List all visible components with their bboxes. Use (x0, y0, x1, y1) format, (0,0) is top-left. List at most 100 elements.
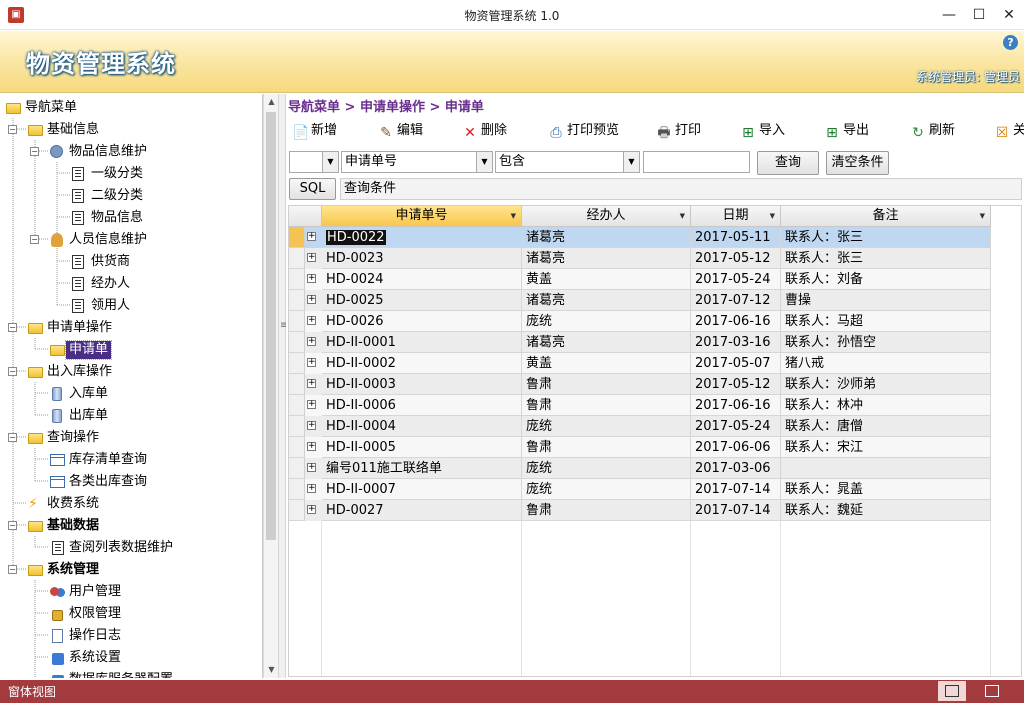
query-condition-field[interactable]: 查询条件 (340, 178, 1022, 200)
refresh-button[interactable]: ↻ 刷新 (910, 120, 955, 142)
help-icon[interactable]: ? (1003, 35, 1018, 50)
cell-note[interactable]: 联系人：张三 (781, 248, 991, 269)
delete-button[interactable]: ✕ 删除 (462, 120, 507, 142)
cell-id[interactable]: HD-II-0001 (322, 332, 522, 353)
cell-id[interactable]: HD-II-0002 (322, 353, 522, 374)
row-header[interactable] (289, 248, 305, 269)
row-header[interactable] (289, 332, 305, 353)
cell-id[interactable]: HD-0026 (322, 311, 522, 332)
close-form-button[interactable]: ☒ 关 (994, 120, 1024, 142)
operator-select[interactable]: 包含 ▼ (495, 151, 640, 173)
cell-note[interactable] (781, 458, 991, 479)
cell-date[interactable]: 2017-05-24 (691, 269, 781, 290)
row-header[interactable] (289, 269, 305, 290)
row-header[interactable] (289, 227, 305, 248)
table-row[interactable]: + HD-II-0005 鲁肃 2017-06-06 联系人：宋江 (289, 437, 991, 458)
collapse-icon[interactable]: − (8, 433, 17, 442)
table-row[interactable]: + HD-II-0003 鲁肃 2017-05-12 联系人：沙师弟 (289, 374, 991, 395)
expand-row-icon[interactable]: + (307, 421, 316, 430)
cell-date[interactable]: 2017-07-14 (691, 500, 781, 521)
row-header[interactable] (289, 311, 305, 332)
row-header[interactable] (289, 290, 305, 311)
row-header[interactable] (289, 458, 305, 479)
cell-id[interactable]: HD-II-0007 (322, 479, 522, 500)
collapse-icon[interactable]: − (8, 565, 17, 574)
cell-handler[interactable]: 庞统 (522, 479, 691, 500)
cell-date[interactable]: 2017-05-11 (691, 227, 781, 248)
cell-note[interactable]: 联系人：宋江 (781, 437, 991, 458)
cell-note[interactable]: 联系人：刘备 (781, 269, 991, 290)
cell-handler[interactable]: 诸葛亮 (522, 332, 691, 353)
table-row[interactable]: + HD-II-0002 黄盖 2017-05-07 猪八戒 (289, 353, 991, 374)
chevron-down-icon[interactable]: ▼ (476, 152, 492, 172)
print-button[interactable]: 🖶 打印 (656, 120, 701, 142)
clear-conditions-button[interactable]: 清空条件 (826, 151, 889, 175)
expand-row-icon[interactable]: + (307, 379, 316, 388)
collapse-icon[interactable]: − (30, 147, 39, 156)
cell-id[interactable]: HD-0025 (322, 290, 522, 311)
query-button[interactable]: 查询 (757, 151, 819, 175)
row-header[interactable] (289, 437, 305, 458)
cell-handler[interactable]: 鲁肃 (522, 395, 691, 416)
collapse-icon[interactable]: − (8, 323, 17, 332)
cell-handler[interactable]: 诸葛亮 (522, 290, 691, 311)
collapse-icon[interactable]: − (30, 235, 39, 244)
cell-id[interactable]: HD-II-0004 (322, 416, 522, 437)
maximize-button[interactable]: ☐ (964, 0, 994, 30)
cell-handler[interactable]: 黄盖 (522, 353, 691, 374)
table-row[interactable]: + HD-II-0004 庞统 2017-05-24 联系人：唐僧 (289, 416, 991, 437)
table-row[interactable]: + HD-0027 鲁肃 2017-07-14 联系人：魏延 (289, 500, 991, 521)
cell-handler[interactable]: 庞统 (522, 311, 691, 332)
cell-note[interactable]: 联系人：唐僧 (781, 416, 991, 437)
expand-row-icon[interactable]: + (307, 253, 316, 262)
export-button[interactable]: ⊞ 导出 (824, 120, 869, 142)
table-row[interactable]: + HD-0022 诸葛亮 2017-05-11 联系人：张三 (289, 227, 991, 248)
cell-id[interactable]: HD-0024 (322, 269, 522, 290)
filter-value-input[interactable] (643, 151, 750, 173)
cell-note[interactable]: 联系人：沙师弟 (781, 374, 991, 395)
cell-id[interactable]: HD-II-0005 (322, 437, 522, 458)
table-row[interactable]: + HD-II-0007 庞统 2017-07-14 联系人：晁盖 (289, 479, 991, 500)
scroll-thumb[interactable] (266, 112, 276, 540)
expand-row-icon[interactable]: + (307, 337, 316, 346)
cell-date[interactable]: 2017-06-06 (691, 437, 781, 458)
collapse-icon[interactable]: − (8, 521, 17, 530)
cell-handler[interactable]: 黄盖 (522, 269, 691, 290)
cell-handler[interactable]: 诸葛亮 (522, 227, 691, 248)
minimize-button[interactable]: — (934, 0, 964, 30)
row-header[interactable] (289, 395, 305, 416)
sort-icon[interactable]: ▼ (680, 206, 685, 226)
print-preview-button[interactable]: ⎙ 打印预览 (548, 120, 619, 142)
cell-date[interactable]: 2017-06-16 (691, 311, 781, 332)
cell-date[interactable]: 2017-05-12 (691, 374, 781, 395)
cell-handler[interactable]: 鲁肃 (522, 437, 691, 458)
datasheet-view-button[interactable] (978, 681, 1006, 701)
row-header[interactable] (289, 500, 305, 521)
scroll-up-icon[interactable]: ▲ (264, 94, 279, 110)
cell-id[interactable]: HD-II-0006 (322, 395, 522, 416)
cell-note[interactable]: 猪八戒 (781, 353, 991, 374)
expand-row-icon[interactable]: + (307, 316, 316, 325)
row-header[interactable] (289, 353, 305, 374)
column-header-handler[interactable]: 经办人 ▼ (522, 206, 691, 227)
cell-handler[interactable]: 诸葛亮 (522, 248, 691, 269)
expand-row-icon[interactable]: + (307, 400, 316, 409)
collapse-icon[interactable]: − (8, 367, 17, 376)
cell-note[interactable]: 联系人：魏延 (781, 500, 991, 521)
expand-row-icon[interactable]: + (307, 295, 316, 304)
cell-date[interactable]: 2017-07-14 (691, 479, 781, 500)
expand-row-icon[interactable]: + (307, 358, 316, 367)
scroll-down-icon[interactable]: ▼ (264, 662, 279, 678)
cell-date[interactable]: 2017-05-24 (691, 416, 781, 437)
cell-id[interactable]: HD-0022 (322, 227, 522, 248)
cell-id[interactable]: HD-II-0003 (322, 374, 522, 395)
new-button[interactable]: 📄 新增 (292, 120, 337, 142)
collapse-icon[interactable]: − (8, 125, 17, 134)
table-row[interactable]: + 编号011施工联络单 庞统 2017-03-06 (289, 458, 991, 479)
cell-handler[interactable]: 鲁肃 (522, 500, 691, 521)
cell-note[interactable]: 联系人：林冲 (781, 395, 991, 416)
cell-id[interactable]: 编号011施工联络单 (322, 458, 522, 479)
row-header[interactable] (289, 479, 305, 500)
table-row[interactable]: + HD-II-0001 诸葛亮 2017-03-16 联系人：孙悟空 (289, 332, 991, 353)
form-view-button[interactable] (938, 681, 966, 701)
